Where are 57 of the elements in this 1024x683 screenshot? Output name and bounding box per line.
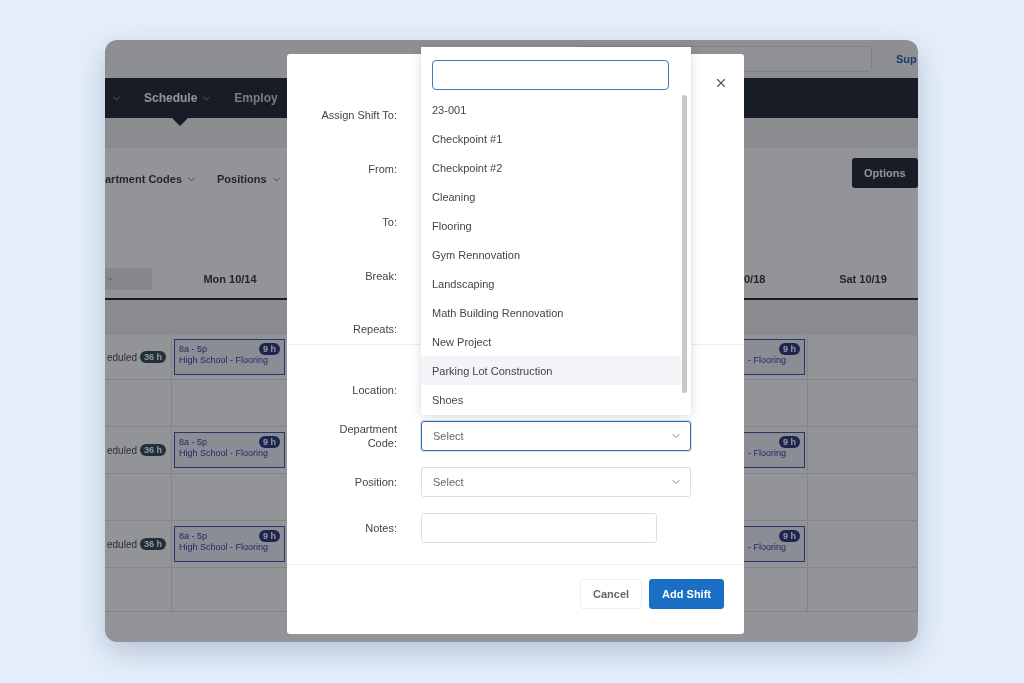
close-button[interactable] (714, 76, 728, 90)
hours-badge: 9 h (259, 530, 280, 542)
select-field[interactable]: Select (421, 467, 691, 497)
hours-badge: 9 h (779, 343, 800, 355)
week-selector[interactable] (105, 268, 152, 290)
hours-badge: 9 h (779, 436, 800, 448)
chevron-down-icon (105, 274, 115, 284)
schedule-status: eduled (107, 538, 138, 550)
field-label: Repeats: (351, 322, 397, 336)
dropdown-option[interactable]: Parking Lot Construction (421, 356, 681, 385)
support-link[interactable]: Sup (896, 53, 918, 65)
filter-dropdown[interactable]: artment Codes (105, 173, 198, 185)
add-shift-button[interactable]: Add Shift (649, 578, 724, 609)
shift-card[interactable]: 8a - 5p 9 h High School - Flooring (174, 339, 285, 375)
options-button[interactable]: Options (852, 158, 918, 188)
shift-card[interactable]: 8a - 5p 9 h High School - Flooring (174, 526, 285, 562)
shift-title: - Flooring (748, 355, 787, 365)
nav-item[interactable]: Schedule (144, 78, 213, 118)
day-header: Sat 10/19 (838, 273, 888, 285)
hours-badge: 9 h (259, 436, 280, 448)
dropdown-search-field[interactable] (432, 60, 669, 90)
cancel-button[interactable]: Cancel (580, 578, 643, 609)
hours-badge: 36 h (140, 351, 167, 363)
shift-title: High School - Flooring (179, 542, 270, 552)
shift-time: 8a - 5p (179, 344, 208, 354)
shift-title: - Flooring (748, 448, 787, 458)
field-label: To: (381, 215, 397, 229)
select-field[interactable]: Select (421, 421, 691, 451)
shift-card[interactable]: 9 h - Flooring (744, 526, 805, 562)
nav-item[interactable]: Employ (234, 78, 278, 118)
shift-time: 8a - 5p (179, 531, 208, 541)
field-label: Notes: (364, 521, 397, 535)
field-label: Position: (353, 475, 397, 489)
field-label: Department Code: (338, 422, 397, 450)
schedule-status: eduled (107, 444, 138, 456)
notes-field[interactable] (421, 513, 657, 543)
field-label: From: (367, 161, 397, 176)
field-label: Location: (351, 383, 397, 397)
shift-card[interactable]: 9 h - Flooring (744, 339, 805, 375)
hours-badge: 9 h (779, 530, 800, 542)
day-header: Mon 10/14 (202, 273, 258, 285)
shift-title: High School - Flooring (179, 355, 270, 365)
shift-time: 8a - 5p (179, 437, 208, 447)
shift-title: High School - Flooring (179, 448, 270, 458)
filter-dropdown[interactable]: Positions (217, 173, 282, 185)
shift-card[interactable]: 9 h - Flooring (744, 432, 805, 468)
field-label: Break: (364, 268, 397, 283)
hours-badge: 9 h (259, 343, 280, 355)
close-icon (714, 76, 728, 90)
schedule-status: eduled (107, 351, 138, 363)
day-header: 0/18 (744, 273, 767, 285)
field-label: Assign Shift To: (320, 108, 397, 122)
hours-badge: 36 h (140, 538, 167, 550)
scrollbar[interactable] (682, 95, 687, 393)
shift-card[interactable]: 8a - 5p 9 h High School - Flooring (174, 432, 285, 468)
hours-badge: 36 h (140, 444, 167, 456)
shift-title: - Flooring (748, 542, 787, 552)
